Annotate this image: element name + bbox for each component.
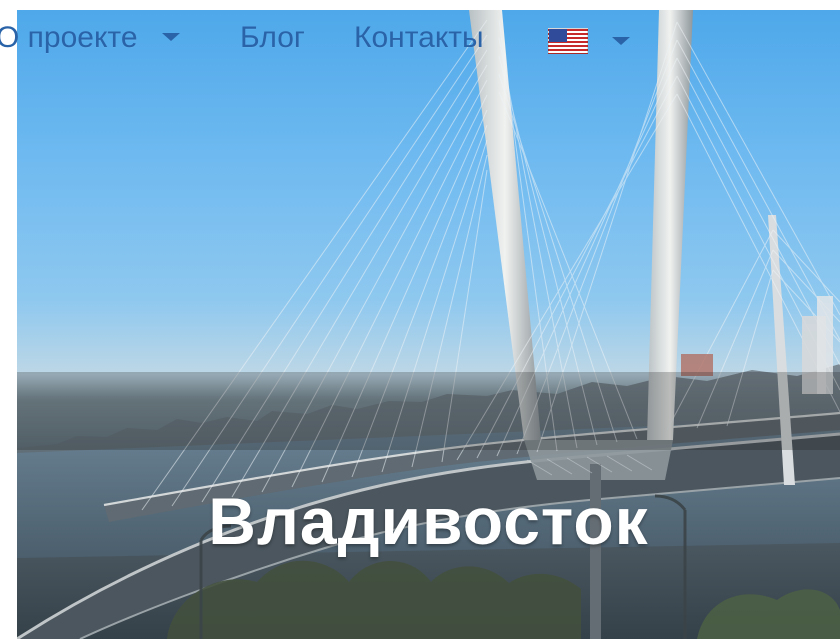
- top-navigation: О проекте Блог Контакты: [0, 16, 840, 60]
- page-left-strip: [0, 0, 17, 639]
- hero-overlay-band: [17, 372, 840, 450]
- us-flag-icon: [548, 28, 588, 54]
- hero-banner: Владивосток: [17, 10, 840, 639]
- nav-about-label: О проекте: [0, 21, 138, 54]
- nav-contacts-label: Контакты: [354, 21, 484, 54]
- nav-about-link[interactable]: О проекте: [0, 20, 180, 56]
- flag-canton: [549, 29, 567, 42]
- language-switcher[interactable]: [548, 26, 636, 54]
- chevron-down-icon: [612, 37, 630, 45]
- nav-blog-label: Блог: [240, 21, 305, 54]
- nav-blog-link[interactable]: Блог: [240, 20, 305, 56]
- page-top-strip: [0, 0, 840, 10]
- hero-title: Владивосток: [208, 484, 649, 558]
- nav-contacts-link[interactable]: Контакты: [354, 20, 484, 56]
- chevron-down-icon: [161, 33, 180, 42]
